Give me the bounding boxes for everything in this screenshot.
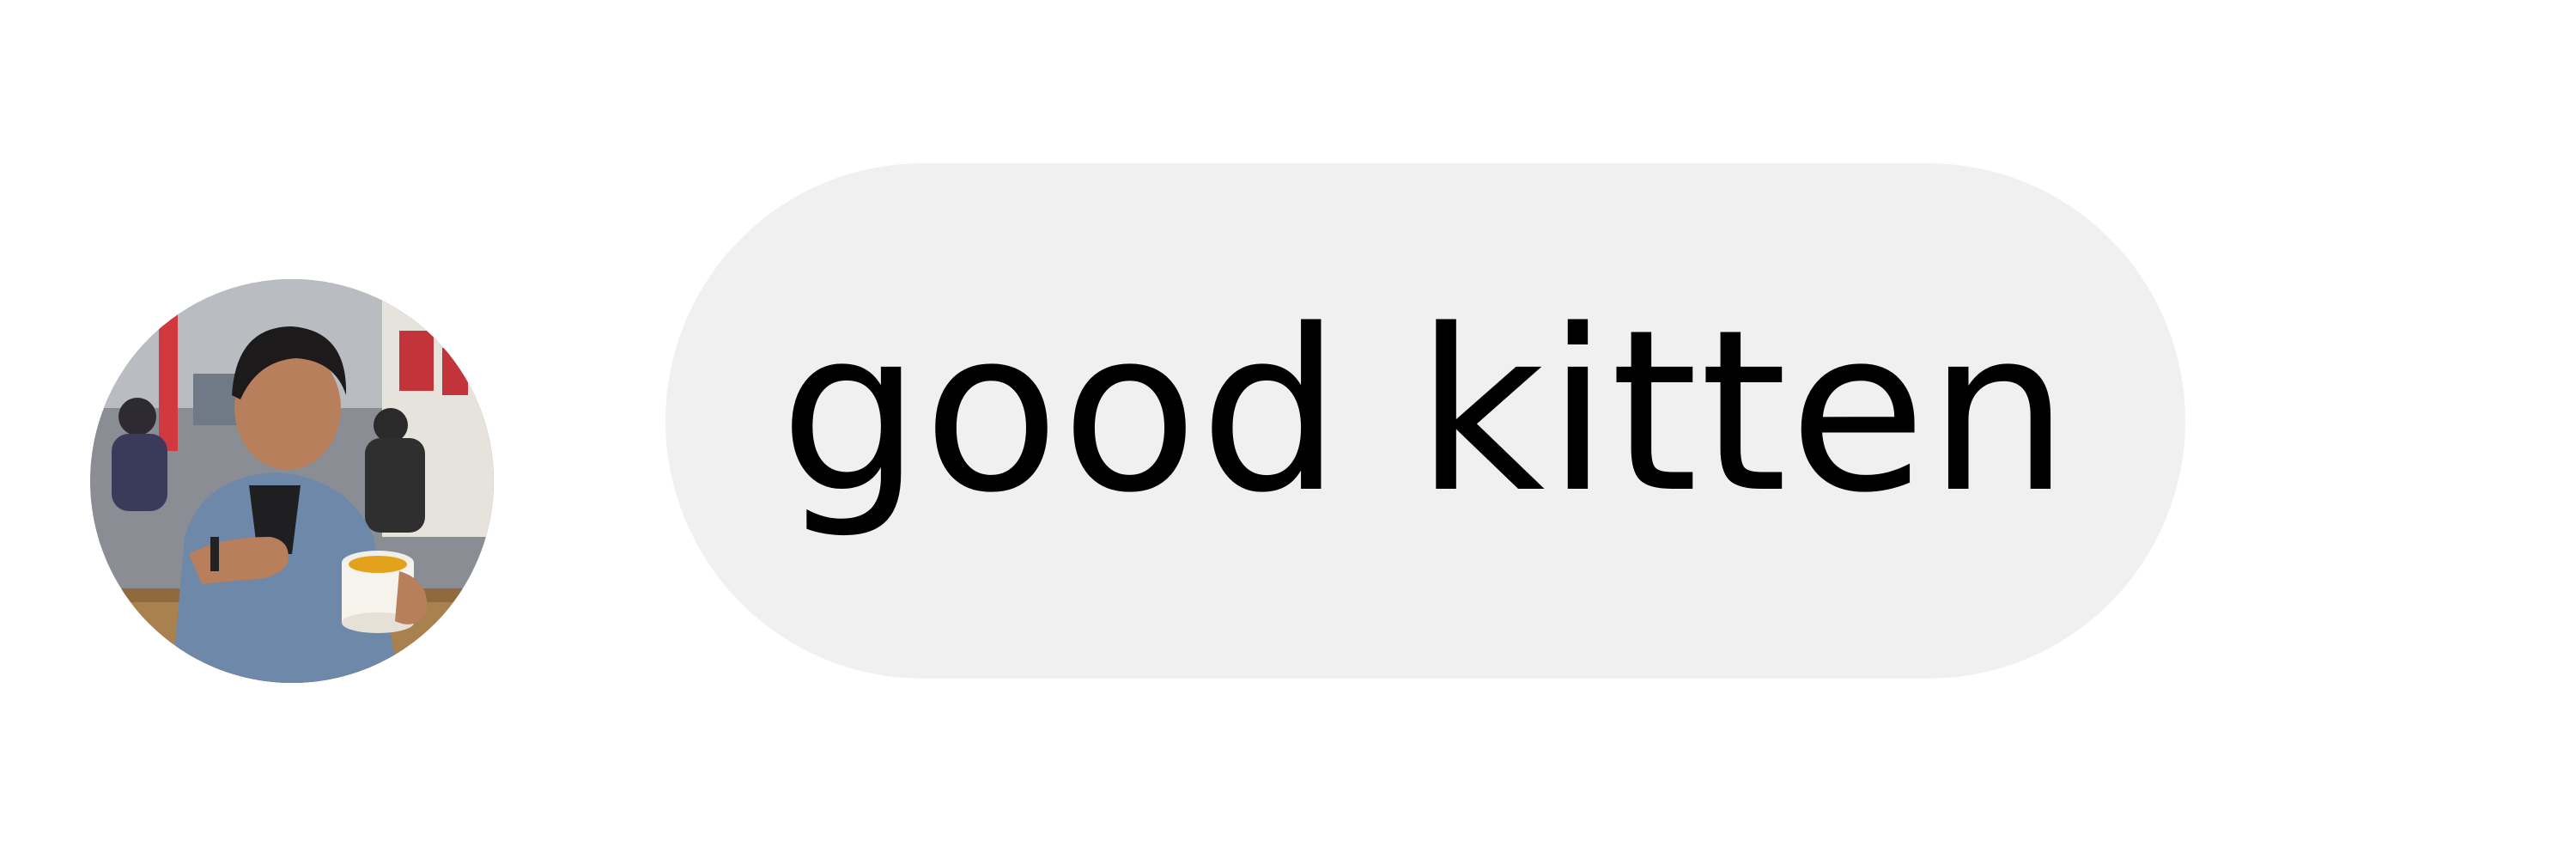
message-text: good kitten [779,283,2072,542]
message-bubble[interactable]: good kitten [665,163,2185,679]
sender-avatar[interactable] [90,279,494,683]
avatar-photo-icon [90,279,494,683]
